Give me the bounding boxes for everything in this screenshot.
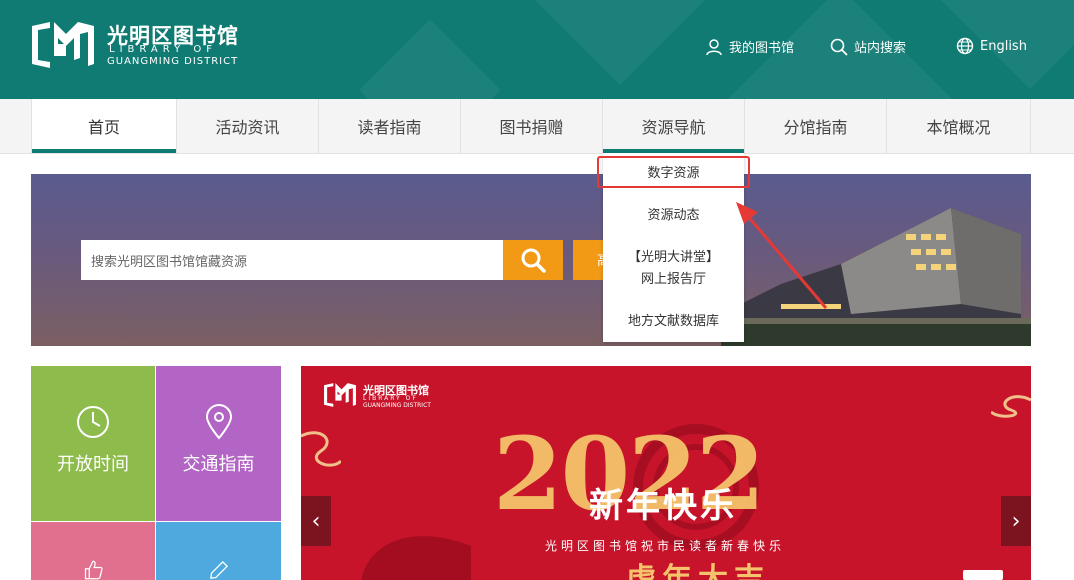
search-placeholder: 搜索光明区图书馆馆藏资源 [91,254,248,270]
dropdown-item-label-line1: 【光明大讲堂】 [627,250,719,265]
location-pin-icon [205,404,232,440]
search-icon [521,248,546,273]
pencil-icon [209,560,228,579]
nav-item-book-donation[interactable]: 图书捐赠 [461,99,603,153]
search-input[interactable]: 搜索光明区图书馆馆藏资源 [81,240,503,280]
nav-item-branch-guide[interactable]: 分馆指南 [745,99,887,153]
dropdown-item-online-lecture-hall[interactable]: 【光明大讲堂】 网上报告厅 [603,247,744,291]
chevron-right-icon: › [1011,508,1021,534]
search-button[interactable] [503,240,563,280]
nav-label: 读者指南 [357,118,422,137]
my-library-link[interactable]: 我的图书馆 [705,37,794,56]
nav-item-about[interactable]: 本馆概况 [887,99,1031,153]
dropdown-item-label-line2: 网上报告厅 [640,272,706,287]
dropdown-item-label: 资源动态 [647,208,700,223]
active-indicator [32,149,176,153]
chevron-left-icon: ‹ [311,508,321,534]
tile-opening-hours[interactable]: 开放时间 [31,366,155,521]
nav-item-activities[interactable]: 活动资讯 [177,99,319,153]
cloud-ornament-left-icon [301,431,341,467]
annotation-arrow-icon [736,202,828,309]
tile-recommend[interactable] [31,522,155,580]
library-logo-icon[interactable] [30,20,96,70]
tile-feedback[interactable] [156,522,281,580]
tile-label: 交通指南 [182,454,255,475]
nav-label: 活动资讯 [215,118,280,137]
carousel-title: 新年快乐 [589,486,737,526]
site-header: 光明区图书馆 LIBRARY OF GUANGMING DISTRICT 我的图… [0,0,1074,99]
user-icon [706,38,722,55]
english-label: English [980,38,1027,54]
my-library-label: 我的图书馆 [729,41,795,56]
dropdown-item-label: 地方文献数据库 [627,314,719,329]
carousel-subtitle: 光明区图书馆祝市民读者新春快乐 [545,539,786,553]
nav-item-resource-navigation[interactable]: 资源导航 [603,99,745,153]
nav-item-reader-guide[interactable]: 读者指南 [319,99,461,153]
dropdown-item-resource-news[interactable]: 资源动态 [603,205,744,227]
nav-label: 资源导航 [641,118,706,137]
carousel-bottom-text: 虎年大吉 [626,562,770,580]
english-link[interactable]: English [956,37,1027,55]
site-search-link[interactable]: 站内搜索 [830,37,906,56]
carousel-logo-en2: GUANGMING DISTRICT [363,402,431,409]
nav-item-home[interactable]: 首页 [31,99,177,153]
cloud-ornament-right-icon [991,395,1031,418]
logo-english-line2: GUANGMING DISTRICT [107,56,239,67]
news-carousel[interactable]: 光明区图书馆 LIBRARY OF GUANGMING DISTRICT 202… [301,366,1031,580]
highlight-annotation-box [597,156,750,188]
nav-label: 本馆概况 [926,118,991,137]
search-icon [830,38,848,56]
tiger-papercut-icon [361,536,471,580]
site-search-label: 站内搜索 [854,41,907,56]
tile-traffic-guide[interactable]: 交通指南 [156,366,281,521]
tile-label: 开放时间 [57,454,129,475]
dropdown-item-local-literature-db[interactable]: 地方文献数据库 [603,311,744,333]
globe-icon [956,37,974,55]
nav-label: 分馆指南 [783,118,848,137]
main-nav: 首页 活动资讯 读者指南 图书捐赠 资源导航 分馆指南 本馆概况 [0,99,1074,154]
carousel-corner-badge [963,570,1003,580]
carousel-next-button[interactable]: › [1001,496,1031,546]
carousel-prev-button[interactable]: ‹ [301,496,331,546]
carousel-logo-en1: LIBRARY OF [363,395,418,402]
clock-icon [77,406,109,438]
nav-label: 首页 [87,118,120,137]
thumbs-up-icon [84,560,103,580]
logo-english-line1: LIBRARY OF [109,44,217,55]
nav-label: 图书捐赠 [499,118,564,137]
carousel-logo-icon [324,383,356,407]
